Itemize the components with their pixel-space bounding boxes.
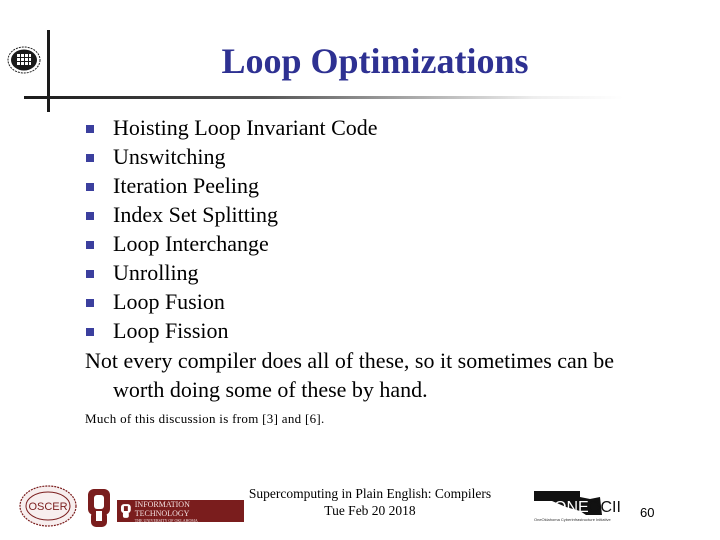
note-line-1: Not every compiler does all of these, so… [85,348,615,373]
square-bullet-icon [86,183,94,191]
bullet-item: Loop Interchange [85,229,378,258]
bullet-item: Iteration Peeling [85,171,378,200]
bullet-label: Unswitching [113,144,226,169]
oneocii-subtext: OneOklahoma Cyberinfrastructure Initiati… [534,517,611,522]
bullet-label: Index Set Splitting [113,202,278,227]
note-paragraph: Not every compiler does all of these, so… [85,346,685,404]
bullet-label: Loop Fusion [113,289,225,314]
it-logo-subtext: THE UNIVERSITY OF OKLAHOMA [134,517,198,523]
oneocii-logo: ONE OCII OneOklahoma Cyberinfrastructure… [534,491,621,522]
square-bullet-icon [86,212,94,220]
bullet-label: Loop Fission [113,318,229,343]
bullet-item: Loop Fusion [85,287,378,316]
horizontal-rule [24,96,624,99]
oscer-logo-text: OSCER [28,501,67,513]
square-bullet-icon [86,241,94,249]
it-logo: INFORMATION TECHNOLOGY THE UNIVERSITY OF… [117,499,244,523]
footer-caption: Supercomputing in Plain English: Compile… [236,485,504,519]
footer-date: Tue Feb 20 2018 [324,503,416,518]
square-bullet-icon [86,270,94,278]
bullet-item: Index Set Splitting [85,200,378,229]
bullet-label: Unrolling [113,260,199,285]
bullet-label: Iteration Peeling [113,173,260,198]
note-line-2: worth doing some of these by hand. [113,377,428,402]
bullet-label: Loop Interchange [113,231,269,256]
bullet-list: Hoisting Loop Invariant Code Unswitching… [85,113,378,345]
square-bullet-icon [86,154,94,162]
page-number: 60 [640,505,655,520]
square-bullet-icon [86,299,94,307]
bullet-label: Hoisting Loop Invariant Code [113,115,378,140]
ou-logo [88,489,110,527]
bullet-item: Hoisting Loop Invariant Code [85,113,378,142]
bullet-item: Unswitching [85,142,378,171]
source-citation: Much of this discussion is from [3] and … [85,411,325,426]
ou-small-icon [120,504,131,518]
it-logo-text: INFORMATION TECHNOLOGY [134,499,190,518]
svg-text:OCII: OCII [588,499,621,516]
footer-course: Supercomputing in Plain English: Compile… [248,486,492,501]
bullet-item: Loop Fission [85,316,378,345]
square-bullet-icon [86,125,94,133]
svg-text:ONE: ONE [554,499,589,516]
oscer-globe-icon [7,46,41,74]
vertical-rule [47,30,50,112]
oscer-logo: OSCER [19,485,77,527]
bullet-item: Unrolling [85,258,378,287]
slide-title: Loop Optimizations [221,41,529,81]
square-bullet-icon [86,328,94,336]
